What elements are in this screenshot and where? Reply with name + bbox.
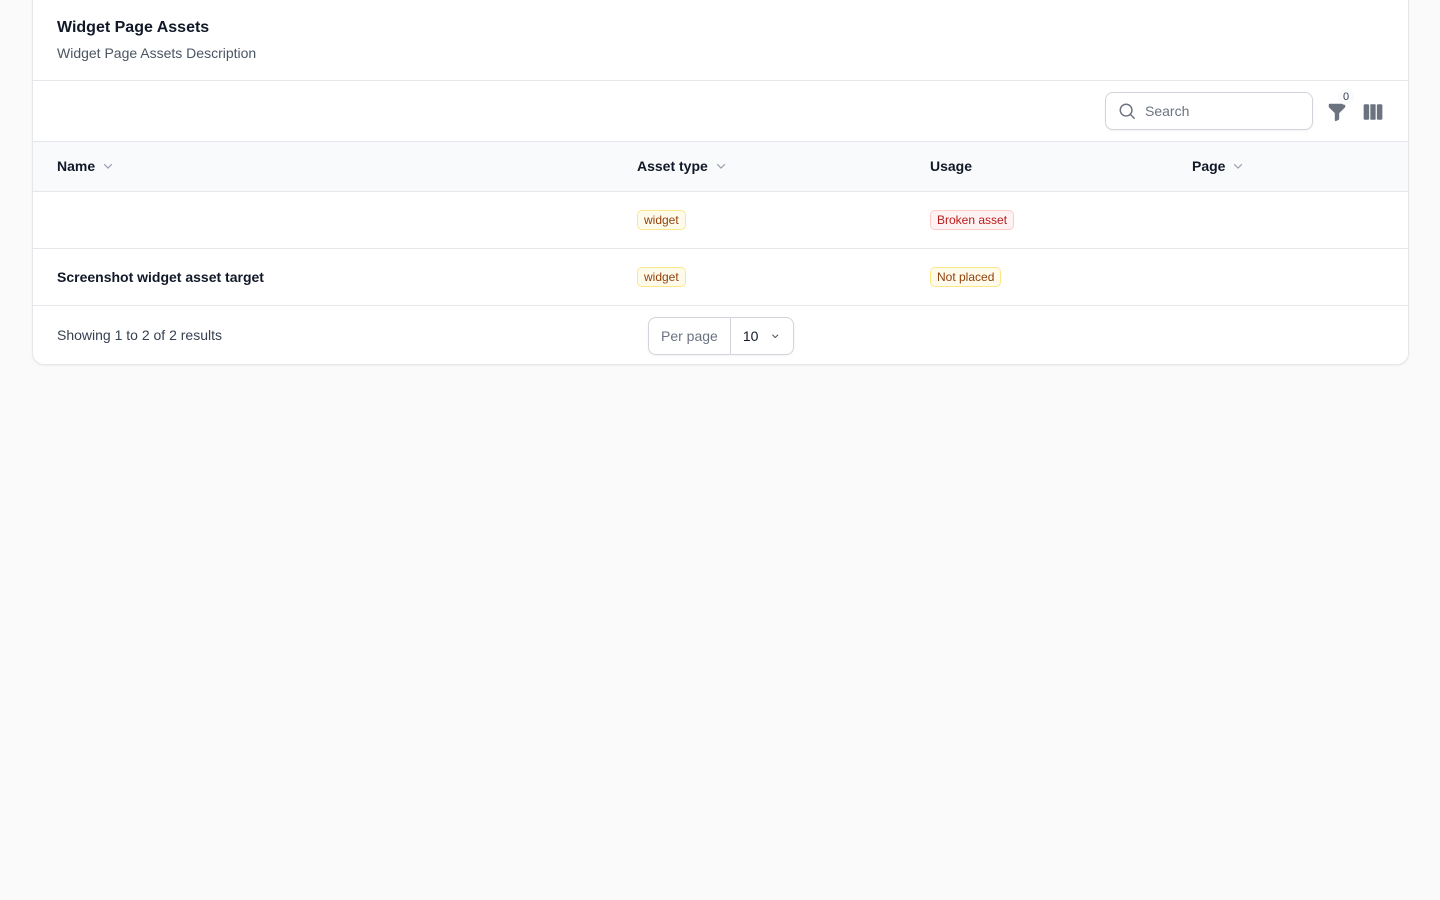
assets-table: Name Asset type Usage Page widget Broken… (33, 142, 1408, 306)
column-header-label: Asset type (637, 158, 708, 175)
column-header-label: Page (1192, 158, 1226, 175)
table-card: Widget Page Assets Widget Page Assets De… (32, 0, 1409, 365)
search-input[interactable] (1145, 103, 1295, 119)
chevron-down-icon (104, 164, 113, 169)
cell-page (1192, 191, 1408, 248)
per-page-value: 10 (742, 327, 759, 344)
cell-page (1192, 248, 1408, 305)
page-description: Widget Page Assets Description (57, 45, 257, 61)
usage-status-badge: Broken asset (930, 209, 1015, 230)
table-row[interactable]: widget Broken asset (33, 191, 1408, 248)
per-page-control[interactable]: Per page 10 (648, 316, 794, 355)
column-header-asset-type[interactable]: Asset type (637, 142, 930, 191)
table-toolbar: 0 (33, 81, 1408, 142)
card-header: Widget Page Assets Widget Page Assets De… (33, 0, 1408, 81)
column-header-usage: Usage (930, 142, 1192, 191)
cell-asset-type: widget (637, 248, 930, 305)
table-header-row: Name Asset type Usage Page (33, 142, 1408, 191)
asset-name: Screenshot widget asset target (57, 268, 264, 285)
cell-usage: Broken asset (930, 191, 1192, 248)
pagination-bar: Showing 1 to 2 of 2 results Per page 10 (33, 306, 1408, 366)
column-header-page[interactable]: Page (1192, 142, 1408, 191)
table-row[interactable]: Screenshot widget asset target widget No… (33, 248, 1408, 305)
cell-name (33, 191, 637, 248)
cell-usage: Not placed (930, 248, 1192, 305)
chevron-down-icon (1234, 164, 1243, 169)
cell-asset-type: widget (637, 191, 930, 248)
per-page-label: Per page (649, 317, 731, 354)
asset-type-badge: widget (637, 266, 686, 287)
cell-name: Screenshot widget asset target (33, 248, 637, 305)
page-title: Widget Page Assets (57, 19, 210, 36)
column-header-name[interactable]: Name (33, 142, 637, 191)
column-toggle-button[interactable] (1362, 101, 1384, 123)
search-icon (1119, 103, 1135, 119)
chevron-down-icon (716, 164, 725, 169)
asset-type-badge: widget (637, 209, 686, 230)
usage-status-badge: Not placed (930, 266, 1002, 287)
search-box[interactable] (1105, 92, 1313, 130)
column-header-label: Name (57, 158, 96, 175)
filter-count-badge: 0 (1338, 89, 1354, 105)
per-page-select[interactable]: 10 (731, 318, 793, 354)
results-summary: Showing 1 to 2 of 2 results (57, 326, 222, 343)
filter-button[interactable]: 0 (1326, 89, 1354, 123)
columns-icon (1363, 104, 1383, 120)
column-header-label: Usage (930, 158, 973, 175)
chevron-down-icon (772, 333, 779, 338)
